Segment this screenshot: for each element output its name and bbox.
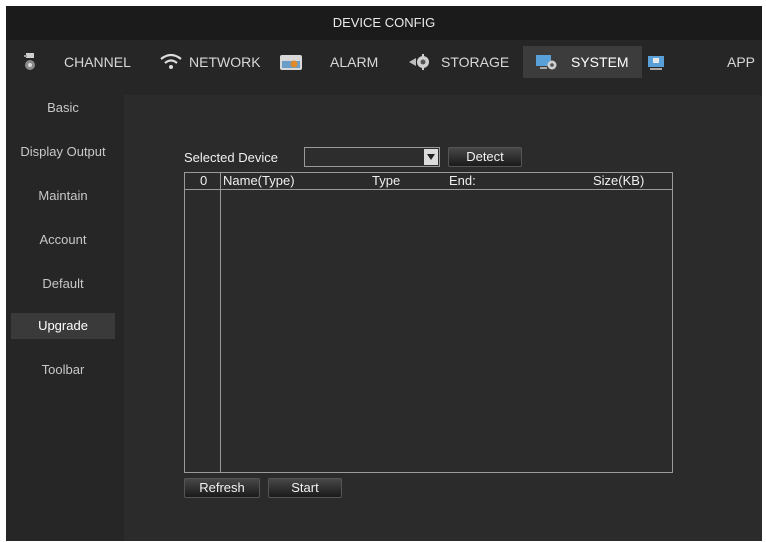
- tab-network[interactable]: NETWORK: [151, 46, 269, 78]
- sidebar-item-toolbar[interactable]: Toolbar: [11, 357, 115, 383]
- column-header-type: Type: [372, 173, 401, 188]
- start-button[interactable]: Start: [268, 478, 342, 498]
- refresh-button[interactable]: Refresh: [184, 478, 260, 498]
- column-header-end: End:: [449, 173, 476, 188]
- sidebar-item-display-output[interactable]: Display Output: [11, 139, 115, 165]
- column-header-name-type: Name(Type): [223, 173, 295, 188]
- tab-system[interactable]: SYSTEM: [523, 46, 642, 78]
- wifi-icon: [160, 53, 182, 69]
- detect-button[interactable]: Detect: [448, 147, 522, 167]
- tab-channel[interactable]: CHANNEL: [6, 46, 151, 78]
- device-config-window: DEVICE CONFIG CHANNEL NETWORK ALARM STOR…: [6, 6, 762, 541]
- selected-device-label: Selected Device: [184, 150, 278, 165]
- system-monitor-icon: [536, 55, 557, 70]
- file-list-header: 0 Name(Type) Type End: Size(KB): [185, 173, 672, 190]
- tab-app[interactable]: APP: [642, 46, 762, 78]
- storage-gear-icon: [409, 54, 429, 70]
- column-header-index: 0: [200, 173, 208, 188]
- tab-alarm[interactable]: ALARM: [269, 46, 391, 78]
- sidebar-menu: Basic Display Output Maintain Account De…: [6, 86, 120, 541]
- sidebar-item-basic[interactable]: Basic: [11, 95, 115, 121]
- top-tab-bar: CHANNEL NETWORK ALARM STORAGE SYSTEM APP: [6, 46, 762, 78]
- selected-device-dropdown[interactable]: [304, 147, 440, 167]
- sidebar-item-upgrade[interactable]: Upgrade: [11, 313, 115, 339]
- chevron-down-icon[interactable]: [424, 149, 438, 165]
- channel-icon: [24, 53, 35, 70]
- sidebar-item-default[interactable]: Default: [11, 271, 115, 297]
- column-divider: [220, 173, 221, 472]
- app-icon: [648, 56, 664, 70]
- tab-storage[interactable]: STORAGE: [391, 46, 523, 78]
- file-list-table[interactable]: 0 Name(Type) Type End: Size(KB): [184, 172, 673, 473]
- sidebar-item-maintain[interactable]: Maintain: [11, 183, 115, 209]
- column-header-size: Size(KB): [593, 173, 645, 188]
- window-title: DEVICE CONFIG: [6, 6, 762, 40]
- alarm-icon: [280, 55, 302, 70]
- sidebar-item-account[interactable]: Account: [11, 227, 115, 253]
